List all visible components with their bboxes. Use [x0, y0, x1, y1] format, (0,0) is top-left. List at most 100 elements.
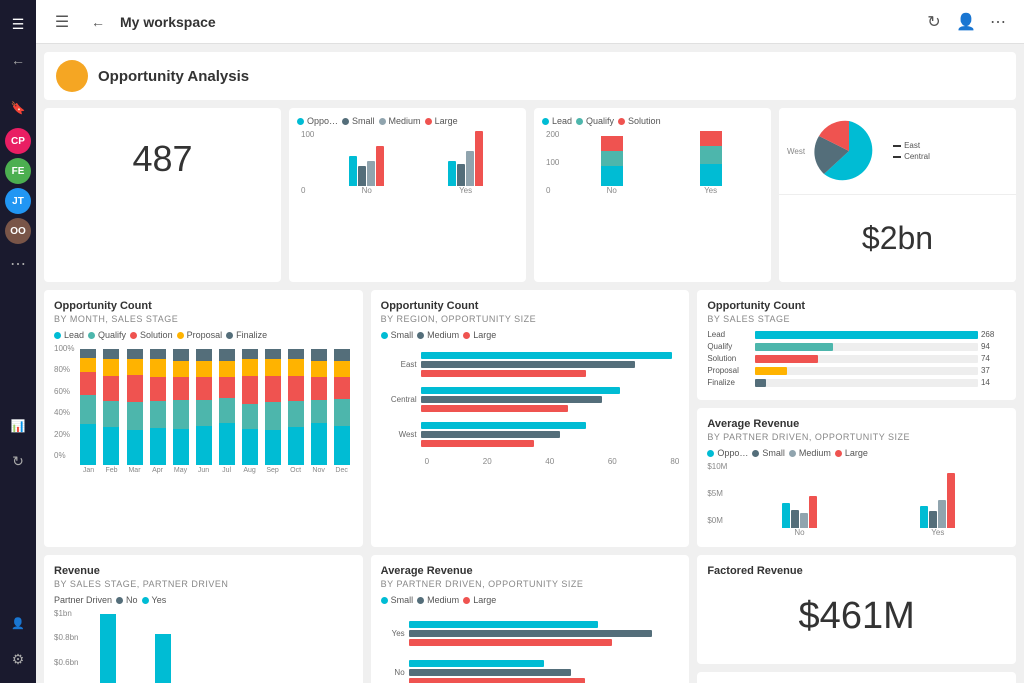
legend-medium-r: Medium [417, 330, 459, 340]
stage-label-solution: Solution [707, 354, 752, 363]
dashboard-header: Opportunity Analysis [44, 52, 1016, 100]
legend-proposal-month: Proposal [177, 330, 223, 340]
dot-large-ar [835, 450, 842, 457]
seg-solution-sep [265, 376, 281, 403]
x-20: 20 [483, 457, 492, 466]
topbar-back-icon[interactable]: ← [84, 8, 112, 36]
region-west-row: West [381, 422, 680, 447]
avg-rev-opp-card: Average Revenue BY PARTNER DRIVEN, OPPOR… [371, 555, 690, 683]
y-axis-0-1: 0 [301, 186, 314, 195]
nav-avatar-jt[interactable]: JT [5, 188, 31, 214]
seg-lead-oct [288, 427, 304, 465]
bar-dec: Dec [331, 349, 353, 474]
east-large-bar [421, 370, 587, 377]
revenue-title: Revenue [54, 565, 353, 577]
avg-no-large [809, 496, 817, 528]
seg-finalize-dec [334, 349, 350, 361]
avg-yes-medium [938, 500, 946, 528]
avg-yes-row: Yes [381, 621, 680, 646]
avg-rev-opp-legend: Small Medium Large [381, 595, 680, 605]
x-sep: Sep [266, 467, 278, 474]
nav-refresh-icon[interactable]: ↻ [2, 446, 34, 478]
legend-label-sales-qualify: Qualify [586, 116, 614, 126]
stage-track-finalize [755, 379, 978, 387]
nav-settings-icon[interactable]: ⚙ [2, 643, 34, 675]
stage-label-proposal: Proposal [707, 366, 752, 375]
bar-jul: Jul [216, 349, 238, 474]
stage-fill-lead [755, 331, 978, 339]
avg-yes-small [929, 511, 937, 528]
x-feb: Feb [105, 467, 117, 474]
x-label-yes-1: Yes [459, 186, 472, 195]
x-0: 0 [425, 457, 429, 466]
stage-row-proposal: Proposal 37 [707, 366, 1006, 375]
nav-avatar-oo[interactable]: OO [5, 218, 31, 244]
seg-lead-jun [196, 426, 212, 465]
dot-medium-r [417, 332, 424, 339]
central-large-bar [421, 405, 568, 412]
nav-reports-icon[interactable]: 📊 [2, 410, 34, 442]
avg-rev-legend: Oppo… Small Medium Large [707, 448, 1006, 458]
nav-menu-icon[interactable]: ☰ [2, 8, 34, 40]
west-large-bar [421, 440, 535, 447]
nav-avatar-cp[interactable]: CP [5, 128, 31, 154]
nav-user-icon[interactable]: 👤 [2, 607, 34, 639]
seg-qualify-dec [334, 399, 350, 426]
opp-count-month-card: Opportunity Count BY MONTH, SALES STAGE … [44, 290, 363, 547]
stage-track-proposal [755, 367, 978, 375]
nav-back-icon[interactable]: ← [2, 44, 34, 76]
pie-line-east [893, 145, 901, 147]
rev-bar-solution: Solution [192, 614, 243, 683]
nav-bookmark-icon[interactable]: 🔖 [2, 92, 34, 124]
bar-may: May [170, 349, 192, 474]
avg-no-oppo [782, 503, 790, 528]
bar2-yes-solution [700, 131, 722, 146]
stage-track-lead [755, 331, 978, 339]
nav-avatar-fe[interactable]: FE [5, 158, 31, 184]
label-large-aro: Large [473, 595, 496, 605]
dot-medium-aro [417, 597, 424, 604]
opp-count-stage-title: Opportunity Count [707, 300, 1006, 312]
seg-qualify-jun [196, 400, 212, 426]
seg-proposal-jun [196, 361, 212, 377]
legend-large-aro: Large [463, 595, 496, 605]
seg-qualify-apr [150, 401, 166, 428]
dot-proposal [177, 332, 184, 339]
bar-yes-large [475, 131, 483, 186]
legend-label-oppo: Oppo… [307, 116, 338, 126]
topbar-user-icon[interactable]: 👤 [952, 8, 980, 36]
stage-val-lead: 268 [981, 330, 1006, 339]
avg-rev-subtitle: BY PARTNER DRIVEN, OPPORTUNITY SIZE [707, 432, 1006, 442]
legend-sales-qualify: Qualify [576, 116, 614, 126]
legend-qualify-month: Qualify [88, 330, 126, 340]
legend-label-large1: Large [435, 116, 458, 126]
topbar-more-icon[interactable]: ⋯ [984, 8, 1012, 36]
pie-legend-east: East [893, 141, 930, 150]
bar2-no-qualify [601, 151, 623, 166]
x-jul: Jul [222, 467, 231, 474]
x-jan: Jan [83, 467, 94, 474]
avg-rev-opp-subtitle: BY PARTNER DRIVEN, OPPORTUNITY SIZE [381, 579, 680, 589]
label-medium-aro: Medium [427, 595, 459, 605]
legend-oppo-ar: Oppo… [707, 448, 748, 458]
seg-solution-oct [288, 376, 304, 402]
stage-row-solution: Solution 74 [707, 354, 1006, 363]
legend-dot-medium1 [379, 118, 386, 125]
bar2-no-lead [601, 166, 623, 186]
legend-oppo: Oppo… [297, 116, 338, 126]
no-large-hbar [409, 678, 585, 683]
seg-qualify-oct [288, 401, 304, 427]
topbar-refresh-icon[interactable]: ↻ [920, 8, 948, 36]
avg-no-row: No [381, 660, 680, 683]
legend-medium-ar: Medium [789, 448, 831, 458]
nav-more-icon[interactable]: ⋯ [2, 248, 34, 280]
legend-small-aro: Small [381, 595, 414, 605]
no-medium-hbar [409, 669, 571, 676]
seg-solution-feb [103, 376, 119, 402]
bar-oct: Oct [285, 349, 307, 474]
legend-small1: Small [342, 116, 375, 126]
seg-finalize-aug [242, 349, 258, 359]
topbar-menu-icon[interactable]: ☰ [48, 8, 76, 36]
seg-lead-aug [242, 429, 258, 465]
seg-finalize-oct [288, 349, 304, 359]
